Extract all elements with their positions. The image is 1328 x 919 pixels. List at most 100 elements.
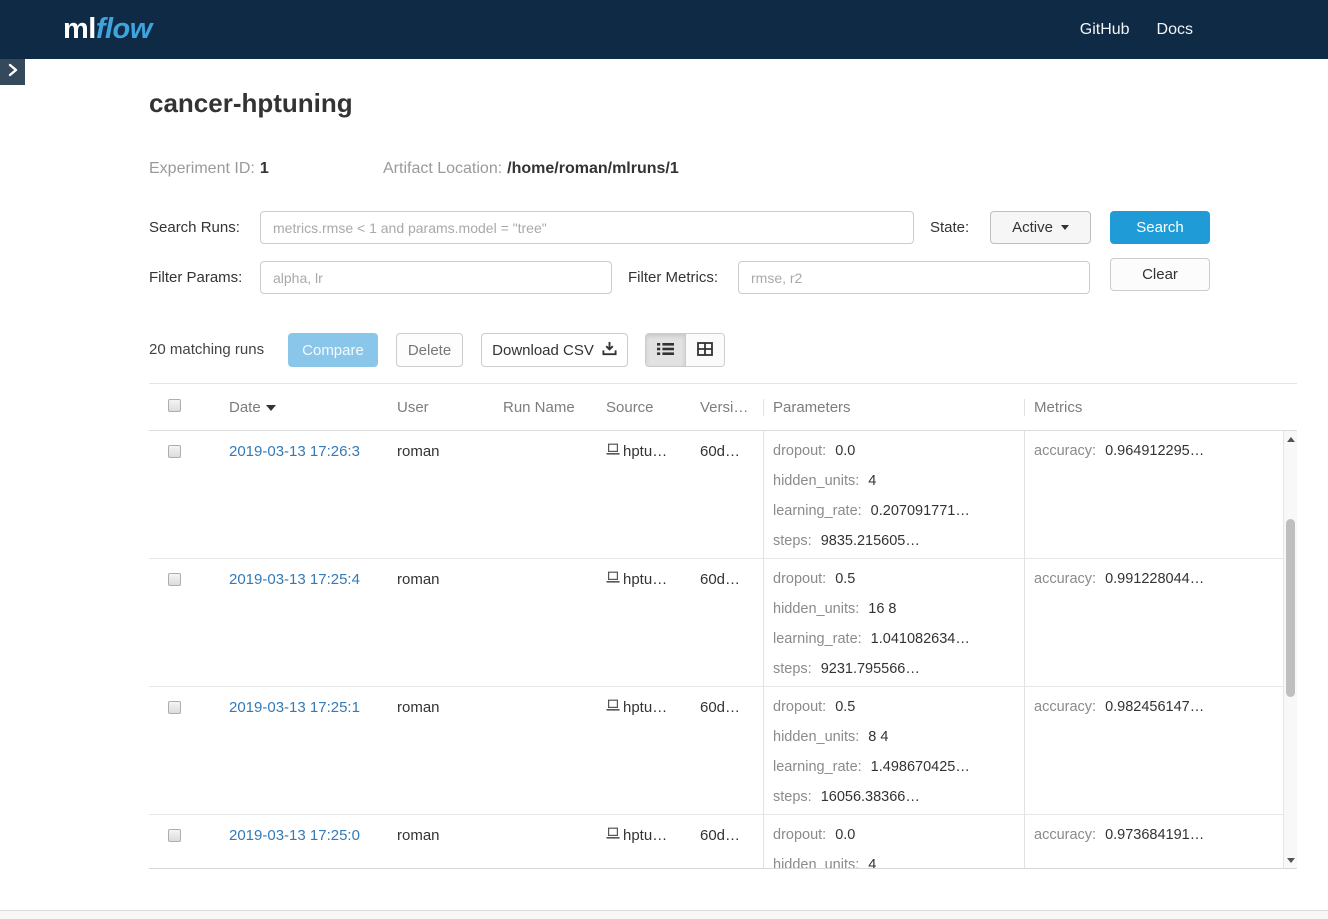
laptop-icon xyxy=(606,443,620,460)
run-name-cell xyxy=(493,431,600,558)
run-parameters-cell: dropout:0.0 hidden_units:4 xyxy=(763,815,1024,869)
run-parameters-cell: dropout:0.5 hidden_units:16 8 learning_r… xyxy=(763,559,1024,686)
github-link[interactable]: GitHub xyxy=(1080,21,1130,39)
grid-view-button[interactable] xyxy=(685,334,724,366)
column-header-user[interactable]: User xyxy=(387,399,493,416)
param-key: dropout: xyxy=(773,827,826,843)
column-header-metrics[interactable]: Metrics xyxy=(1024,399,1297,416)
metric-value: 0.982456147… xyxy=(1105,699,1204,715)
metric-value: 0.964912295… xyxy=(1105,443,1204,459)
search-button[interactable]: Search xyxy=(1110,211,1210,244)
scroll-down-arrow-icon[interactable] xyxy=(1284,853,1297,867)
state-dropdown-value: Active xyxy=(1012,219,1053,236)
compare-button[interactable]: Compare xyxy=(288,333,378,367)
run-parameters-cell: dropout:0.5 hidden_units:8 4 learning_ra… xyxy=(763,687,1024,814)
metric-key: accuracy: xyxy=(1034,443,1096,459)
experiment-id-value: 1 xyxy=(260,160,269,177)
table-vertical-scrollbar[interactable] xyxy=(1283,431,1297,868)
artifact-location-label: Artifact Location: xyxy=(383,160,502,177)
select-all-checkbox[interactable] xyxy=(168,399,181,412)
run-parameters-cell: dropout:0.0 hidden_units:4 learning_rate… xyxy=(763,431,1024,558)
row-select-cell xyxy=(149,559,219,686)
run-source-cell: hptu… xyxy=(600,559,694,686)
laptop-icon xyxy=(606,827,620,844)
run-date-cell: 2019-03-13 17:25:0 xyxy=(219,815,387,869)
clear-button[interactable]: Clear xyxy=(1110,258,1210,291)
metric-value: 0.973684191… xyxy=(1105,827,1204,843)
param-key: steps: xyxy=(773,789,812,805)
download-csv-button[interactable]: Download CSV xyxy=(481,333,628,367)
artifact-location: Artifact Location: /home/roman/mlruns/1 xyxy=(383,160,679,178)
mlflow-logo[interactable]: mlflow xyxy=(63,13,152,46)
param-key: learning_rate: xyxy=(773,759,862,775)
date-header-label: Date xyxy=(229,399,261,416)
mlflow-logo-flow: flow xyxy=(96,13,152,45)
run-user-cell: roman xyxy=(387,559,493,686)
param-key: hidden_units: xyxy=(773,473,859,489)
search-runs-input[interactable] xyxy=(260,211,914,244)
run-source-cell: hptu… xyxy=(600,431,694,558)
param-key: dropout: xyxy=(773,571,826,587)
run-source-label: hptu… xyxy=(623,699,667,716)
runs-table-header: Date User Run Name Source Versi… Paramet… xyxy=(149,384,1297,431)
scrollbar-thumb[interactable] xyxy=(1286,519,1295,697)
filter-row: Filter Params: Filter Metrics: Clear xyxy=(149,261,1211,295)
horizontal-scrollbar-track[interactable] xyxy=(0,910,1328,919)
run-date-cell: 2019-03-13 17:25:1 xyxy=(219,687,387,814)
run-date-link[interactable]: 2019-03-13 17:25:0 xyxy=(229,827,360,844)
param-value: 0.5 xyxy=(835,571,855,587)
table-row: 2019-03-13 17:25:0 roman hptu… 60d… drop… xyxy=(149,815,1297,869)
download-csv-label: Download CSV xyxy=(492,342,594,359)
mlflow-logo-ml: ml xyxy=(63,13,96,45)
row-checkbox[interactable] xyxy=(168,701,181,714)
column-header-version[interactable]: Versi… xyxy=(694,399,763,416)
state-dropdown[interactable]: Active xyxy=(990,211,1091,244)
delete-button[interactable]: Delete xyxy=(396,333,463,367)
artifact-location-value: /home/roman/mlruns/1 xyxy=(507,160,679,177)
column-header-run-name[interactable]: Run Name xyxy=(493,399,600,416)
row-checkbox[interactable] xyxy=(168,445,181,458)
run-date-cell: 2019-03-13 17:25:4 xyxy=(219,559,387,686)
column-header-parameters[interactable]: Parameters xyxy=(763,399,1024,416)
run-source-cell: hptu… xyxy=(600,815,694,869)
param-value: 16 8 xyxy=(868,601,896,617)
column-header-date[interactable]: Date xyxy=(219,399,387,416)
param-key: learning_rate: xyxy=(773,503,862,519)
param-key: hidden_units: xyxy=(773,601,859,617)
docs-link[interactable]: Docs xyxy=(1157,21,1193,39)
run-source-label: hptu… xyxy=(623,443,667,460)
sidebar-expand-button[interactable] xyxy=(0,59,25,85)
row-checkbox[interactable] xyxy=(168,829,181,842)
list-view-button[interactable] xyxy=(646,334,685,366)
run-date-link[interactable]: 2019-03-13 17:26:3 xyxy=(229,443,360,460)
run-date-link[interactable]: 2019-03-13 17:25:1 xyxy=(229,699,360,716)
run-name-cell xyxy=(493,815,600,869)
run-date-link[interactable]: 2019-03-13 17:25:4 xyxy=(229,571,360,588)
metric-value: 0.991228044… xyxy=(1105,571,1204,587)
actions-row: 20 matching runs Compare Delete Download… xyxy=(149,333,1211,367)
param-key: dropout: xyxy=(773,699,826,715)
row-checkbox[interactable] xyxy=(168,573,181,586)
table-row: 2019-03-13 17:25:4 roman hptu… 60d… drop… xyxy=(149,559,1297,687)
param-value: 9231.795566… xyxy=(821,661,920,677)
filter-metrics-input[interactable] xyxy=(738,261,1090,294)
column-header-source[interactable]: Source xyxy=(600,399,694,416)
run-user-cell: roman xyxy=(387,687,493,814)
run-metrics-cell: accuracy:0.982456147… xyxy=(1024,687,1283,814)
search-runs-row: Search Runs: State: Active Search xyxy=(149,211,1211,245)
metric-key: accuracy: xyxy=(1034,571,1096,587)
filter-params-input[interactable] xyxy=(260,261,612,294)
table-row: 2019-03-13 17:25:1 roman hptu… 60d… drop… xyxy=(149,687,1297,815)
top-navbar: mlflow GitHub Docs xyxy=(0,0,1328,59)
run-name-cell xyxy=(493,559,600,686)
run-source-label: hptu… xyxy=(623,571,667,588)
param-value: 4 xyxy=(868,857,876,869)
run-version-cell: 60d… xyxy=(694,559,763,686)
param-value: 0.0 xyxy=(835,443,855,459)
run-source-label: hptu… xyxy=(623,827,667,844)
search-runs-label: Search Runs: xyxy=(149,211,240,244)
param-value: 1.498670425… xyxy=(871,759,970,775)
row-select-cell xyxy=(149,431,219,558)
param-value: 4 xyxy=(868,473,876,489)
scroll-up-arrow-icon[interactable] xyxy=(1284,432,1297,446)
